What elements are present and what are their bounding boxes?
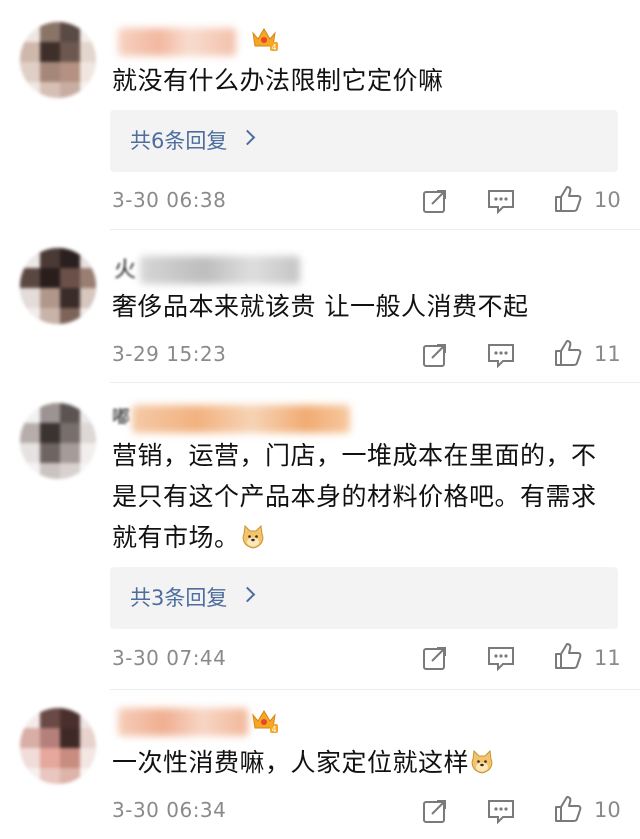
replies-count-label: 共3条回复: [130, 586, 228, 610]
comment-item: 4 一次性消费嘛，人家定位就这样 3-30 06:34 10: [0, 690, 640, 839]
share-icon[interactable]: [420, 186, 450, 216]
chevron-right-icon: [239, 586, 256, 603]
chevron-right-icon: [239, 129, 256, 146]
comment-text: 营销，运营，门店，一堆成本在里面的，不 是只有这个产品本身的材料价格吧。有需求 …: [112, 435, 620, 558]
comment-timestamp: 3-30 07:44: [112, 646, 227, 670]
comment-text: 奢侈品本来就该贵 让一般人消费不起: [112, 292, 529, 321]
comment-icon[interactable]: [486, 796, 516, 826]
username-blurred[interactable]: [132, 405, 350, 433]
crown-badge-icon: 4: [252, 28, 278, 52]
svg-text:4: 4: [271, 725, 276, 734]
comment-text-line-last: 就有市场。: [112, 517, 620, 558]
comment-timestamp: 3-30 06:34: [112, 798, 227, 822]
crown-badge-icon: 4: [252, 710, 278, 734]
username-blurred[interactable]: [140, 256, 300, 284]
doge-face-icon: [471, 749, 493, 774]
view-replies-button[interactable]: 共3条回复: [110, 567, 618, 629]
like-count: 10: [594, 798, 621, 822]
comment-text-line: 是只有这个产品本身的材料价格吧。有需求: [112, 482, 597, 511]
username-blurred[interactable]: [118, 708, 248, 736]
share-icon[interactable]: [420, 340, 450, 370]
comment-timestamp: 3-29 15:23: [112, 342, 227, 366]
like-count: 11: [594, 342, 621, 366]
comment-text-fragment: 就有市场。: [112, 523, 240, 552]
share-icon[interactable]: [420, 643, 450, 673]
comment-text-fragment: 一次性消费嘛，人家定位就这样: [112, 748, 470, 777]
username-initial[interactable]: 嘟: [112, 403, 130, 429]
svg-text:4: 4: [271, 43, 276, 52]
avatar[interactable]: [20, 22, 96, 98]
like-count: 11: [594, 646, 621, 670]
view-replies-button[interactable]: 共6条回复: [110, 110, 618, 172]
like-icon[interactable]: [553, 338, 583, 368]
like-icon[interactable]: [553, 641, 583, 671]
avatar[interactable]: [20, 708, 96, 784]
avatar[interactable]: [20, 403, 96, 479]
share-icon[interactable]: [420, 796, 450, 826]
replies-count-label: 共6条回复: [130, 129, 228, 153]
comment-item: 4 就没有什么办法限制它定价嘛 共6条回复 3-30 06:38 10: [0, 0, 640, 230]
comment-item: 火 奢侈品本来就该贵 让一般人消费不起 3-29 15:23 11: [0, 230, 640, 383]
doge-face-icon: [242, 524, 263, 549]
comment-text: 就没有什么办法限制它定价嘛: [112, 66, 444, 95]
comment-text: 一次性消费嘛，人家定位就这样: [112, 742, 620, 783]
username-initial[interactable]: 火: [114, 252, 136, 284]
comment-text-line: 营销，运营，门店，一堆成本在里面的，不: [112, 441, 597, 470]
comment-icon[interactable]: [486, 643, 516, 673]
comment-item: 嘟 营销，运营，门店，一堆成本在里面的，不 是只有这个产品本身的材料价格吧。有需…: [0, 383, 640, 690]
comment-icon[interactable]: [486, 340, 516, 370]
username-blurred[interactable]: [118, 28, 236, 56]
like-icon[interactable]: [553, 794, 583, 824]
comment-timestamp: 3-30 06:38: [112, 188, 227, 212]
avatar[interactable]: [20, 248, 96, 324]
like-icon[interactable]: [553, 184, 583, 214]
comment-icon[interactable]: [486, 186, 516, 216]
like-count: 10: [594, 188, 621, 212]
